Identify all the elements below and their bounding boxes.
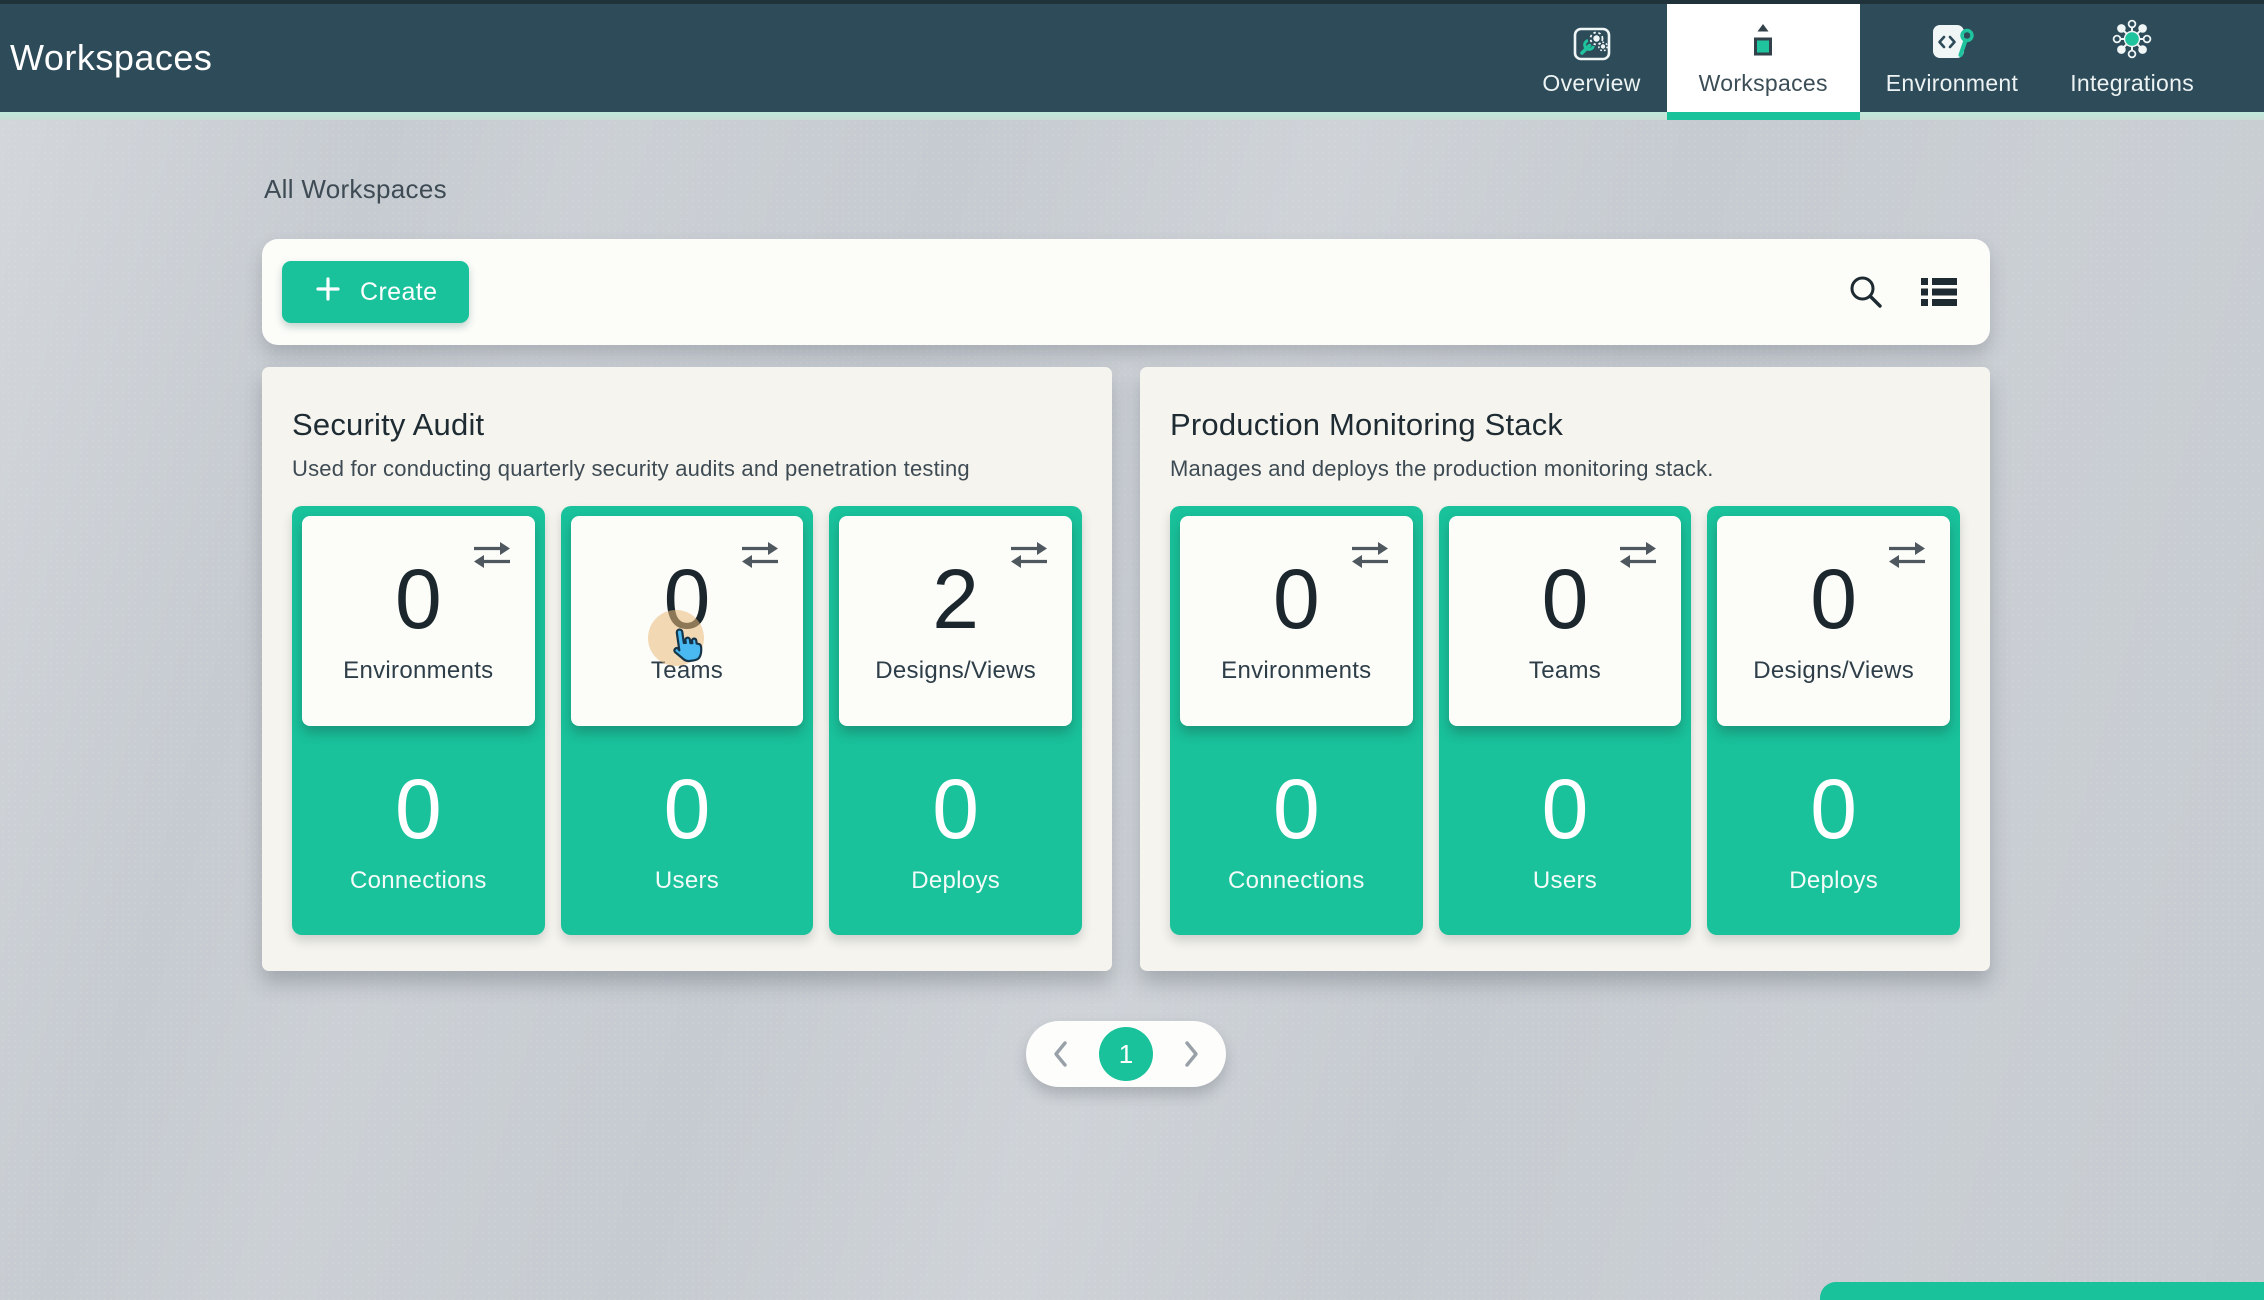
workspace-description: Manages and deploys the production monit…: [1170, 456, 1960, 482]
primary-nav: Overview Workspaces Environment Integration…: [1516, 4, 2264, 112]
stat-label: Designs/Views: [875, 657, 1036, 685]
corner-accent: [1820, 1282, 2264, 1300]
workspace-cards-row: Security Audit Used for conducting quart…: [262, 367, 1990, 971]
stat-grid: 0 Environments 0 Connections 0 Teams 0 U…: [1170, 506, 1960, 935]
environment-icon: [1929, 14, 1975, 62]
security-audit-deploys-tile[interactable]: 0 Deploys: [829, 726, 1082, 935]
stat-label: Users: [655, 867, 719, 895]
stat-label: Deploys: [1789, 867, 1878, 895]
nav-tab-label: Integrations: [2070, 70, 2194, 97]
security-audit-designs-views-tile[interactable]: 2 Designs/Views: [839, 516, 1072, 726]
stat-value: 0: [1810, 767, 1857, 851]
stat-label: Teams: [1529, 657, 1601, 685]
nav-tab-environment[interactable]: Environment: [1860, 4, 2044, 112]
stat-label: Connections: [1228, 867, 1365, 895]
stat-column-designs-views: 0 Designs/Views 0 Deploys: [1707, 506, 1960, 935]
workspace-name: Production Monitoring Stack: [1170, 407, 1960, 443]
plus-icon: [314, 275, 342, 310]
stat-grid: 0 Environments 0 Connections 0 Teams 0 U…: [292, 506, 1082, 935]
pagination: 1: [262, 1021, 1990, 1087]
swap-icon[interactable]: [737, 538, 783, 577]
stat-label: Designs/Views: [1753, 657, 1914, 685]
stat-label: Connections: [350, 867, 487, 895]
production-monitoring-stack-teams-tile[interactable]: 0 Teams: [1449, 516, 1682, 726]
production-monitoring-stack-environments-tile[interactable]: 0 Environments: [1180, 516, 1413, 726]
production-monitoring-stack-deploys-tile[interactable]: 0 Deploys: [1707, 726, 1960, 935]
stat-value: 0: [932, 767, 979, 851]
stat-column-environments: 0 Environments 0 Connections: [292, 506, 545, 935]
stat-value: 0: [664, 557, 711, 641]
header-accent-strip: [0, 112, 2264, 120]
stat-label: Deploys: [911, 867, 1000, 895]
stat-label: Teams: [651, 657, 723, 685]
stat-value: 2: [932, 557, 979, 641]
production-monitoring-stack-connections-tile[interactable]: 0 Connections: [1170, 726, 1423, 935]
swap-icon[interactable]: [1884, 538, 1930, 577]
swap-icon[interactable]: [1347, 538, 1393, 577]
create-button-label: Create: [360, 278, 437, 307]
page-heading: All Workspaces: [264, 174, 1990, 205]
swap-icon[interactable]: [469, 538, 515, 577]
workspace-card-production-monitoring-stack: Production Monitoring Stack Manages and …: [1140, 367, 1990, 971]
workspaces-icon: [1750, 14, 1776, 62]
workspaces-page: { "header": { "app_title": "Workspaces",…: [0, 0, 2264, 1300]
swap-icon[interactable]: [1615, 538, 1661, 577]
create-workspace-button[interactable]: Create: [282, 261, 469, 323]
app-title: Workspaces: [10, 37, 1516, 79]
workspace-card-security-audit: Security Audit Used for conducting quart…: [262, 367, 1112, 971]
production-monitoring-stack-designs-views-tile[interactable]: 0 Designs/Views: [1717, 516, 1950, 726]
stat-value: 0: [1542, 767, 1589, 851]
stat-column-teams: 0 Teams 0 Users: [1439, 506, 1692, 935]
integrations-icon: [2109, 14, 2155, 62]
stat-value: 0: [1273, 557, 1320, 641]
stat-label: Environments: [1221, 657, 1371, 685]
stat-value: 0: [395, 557, 442, 641]
stat-column-designs-views: 2 Designs/Views 0 Deploys: [829, 506, 1082, 935]
workspace-name: Security Audit: [292, 407, 1082, 443]
list-view-icon[interactable]: [1918, 272, 1960, 312]
search-icon[interactable]: [1846, 272, 1886, 312]
security-audit-teams-tile[interactable]: 0 Teams: [571, 516, 804, 726]
current-page-badge[interactable]: 1: [1099, 1027, 1153, 1081]
nav-tab-label: Environment: [1886, 70, 2018, 97]
security-audit-environments-tile[interactable]: 0 Environments: [302, 516, 535, 726]
main-content: All Workspaces Create Security Audit Use…: [262, 174, 1990, 1087]
workspace-description: Used for conducting quarterly security a…: [292, 456, 1082, 482]
nav-tab-integrations[interactable]: Integrations: [2044, 4, 2220, 112]
stat-column-environments: 0 Environments 0 Connections: [1170, 506, 1423, 935]
security-audit-connections-tile[interactable]: 0 Connections: [292, 726, 545, 935]
pagination-pill: 1: [1026, 1021, 1226, 1087]
stat-value: 0: [1273, 767, 1320, 851]
nav-tab-label: Workspaces: [1699, 70, 1828, 97]
stat-value: 0: [395, 767, 442, 851]
stat-label: Users: [1533, 867, 1597, 895]
stat-value: 0: [1810, 557, 1857, 641]
stat-value: 0: [664, 767, 711, 851]
security-audit-users-tile[interactable]: 0 Users: [561, 726, 814, 935]
stat-column-teams: 0 Teams 0 Users: [561, 506, 814, 935]
nav-tab-workspaces[interactable]: Workspaces: [1667, 4, 1860, 112]
prev-page-button[interactable]: [1048, 1037, 1074, 1071]
stat-label: Environments: [343, 657, 493, 685]
workspaces-toolbar: Create: [262, 239, 1990, 345]
overview-icon: [1572, 14, 1612, 62]
swap-icon[interactable]: [1006, 538, 1052, 577]
toolbar-icons: [1846, 272, 1960, 312]
production-monitoring-stack-users-tile[interactable]: 0 Users: [1439, 726, 1692, 935]
top-nav-bar: Workspaces Overview Workspaces Environment…: [0, 0, 2264, 112]
stat-value: 0: [1542, 557, 1589, 641]
nav-tab-overview[interactable]: Overview: [1516, 4, 1666, 112]
next-page-button[interactable]: [1178, 1037, 1204, 1071]
nav-tab-label: Overview: [1542, 70, 1640, 97]
